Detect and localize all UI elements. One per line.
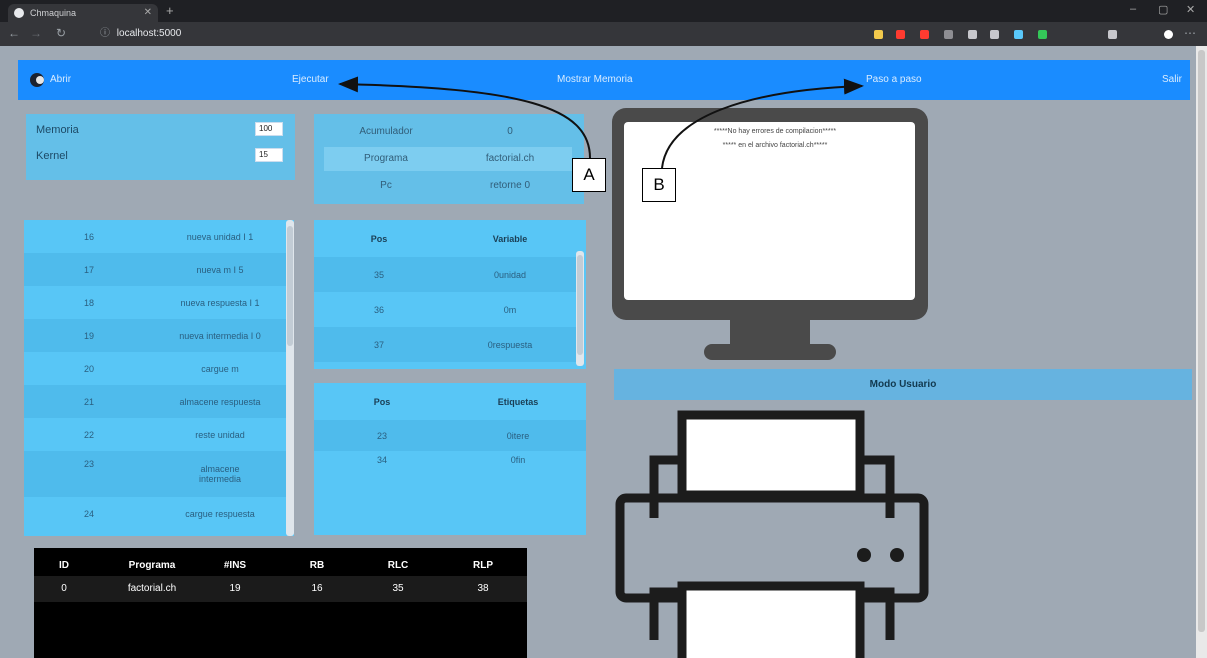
new-tab-icon[interactable]: + bbox=[166, 3, 174, 18]
address-bar[interactable]: ⓘ localhost:5000 bbox=[100, 25, 840, 43]
extension-icon[interactable] bbox=[896, 30, 905, 39]
extension-icon[interactable] bbox=[1038, 30, 1047, 39]
arrow-b bbox=[661, 78, 864, 169]
extension-icon[interactable] bbox=[920, 30, 929, 39]
extension-icon[interactable] bbox=[1164, 30, 1173, 39]
extension-icon[interactable] bbox=[874, 30, 883, 39]
extension-icon[interactable] bbox=[1108, 30, 1117, 39]
app-body: Abrir Ejecutar Mostrar Memoria Paso a pa… bbox=[0, 46, 1207, 658]
page-scroll-thumb[interactable] bbox=[1198, 50, 1205, 632]
page-scrollbar[interactable] bbox=[1196, 46, 1207, 658]
callout-b: B bbox=[642, 168, 676, 202]
forward-icon[interactable]: → bbox=[30, 26, 42, 40]
tab-favicon-icon bbox=[14, 8, 24, 18]
url-text: localhost:5000 bbox=[116, 28, 182, 39]
back-icon[interactable]: ← bbox=[8, 26, 20, 40]
extension-icon[interactable] bbox=[944, 30, 953, 39]
menu-dots-icon[interactable]: ⋯ bbox=[1184, 26, 1196, 40]
arrow-a bbox=[338, 76, 591, 159]
callout-a: A bbox=[572, 158, 606, 192]
tab-close-icon[interactable]: ✕ bbox=[144, 4, 152, 22]
minimize-icon[interactable]: – bbox=[1130, 3, 1136, 15]
reload-icon[interactable]: ↻ bbox=[56, 26, 66, 40]
browser-tab[interactable]: Chmaquina ✕ bbox=[8, 4, 158, 22]
site-info-icon[interactable]: ⓘ bbox=[100, 28, 110, 39]
browser-tab-bar: Chmaquina ✕ + – ▢ ✕ bbox=[0, 0, 1207, 22]
annotation-arrows bbox=[338, 76, 864, 169]
maximize-icon[interactable]: ▢ bbox=[1158, 3, 1168, 16]
tab-title: Chmaquina bbox=[30, 8, 77, 18]
extension-icon[interactable] bbox=[968, 30, 977, 39]
extension-icon[interactable] bbox=[1014, 30, 1023, 39]
extension-icon[interactable] bbox=[990, 30, 999, 39]
browser-nav-bar: ← → ↻ ⓘ localhost:5000 ⋯ bbox=[0, 22, 1207, 46]
close-window-icon[interactable]: ✕ bbox=[1186, 3, 1195, 16]
